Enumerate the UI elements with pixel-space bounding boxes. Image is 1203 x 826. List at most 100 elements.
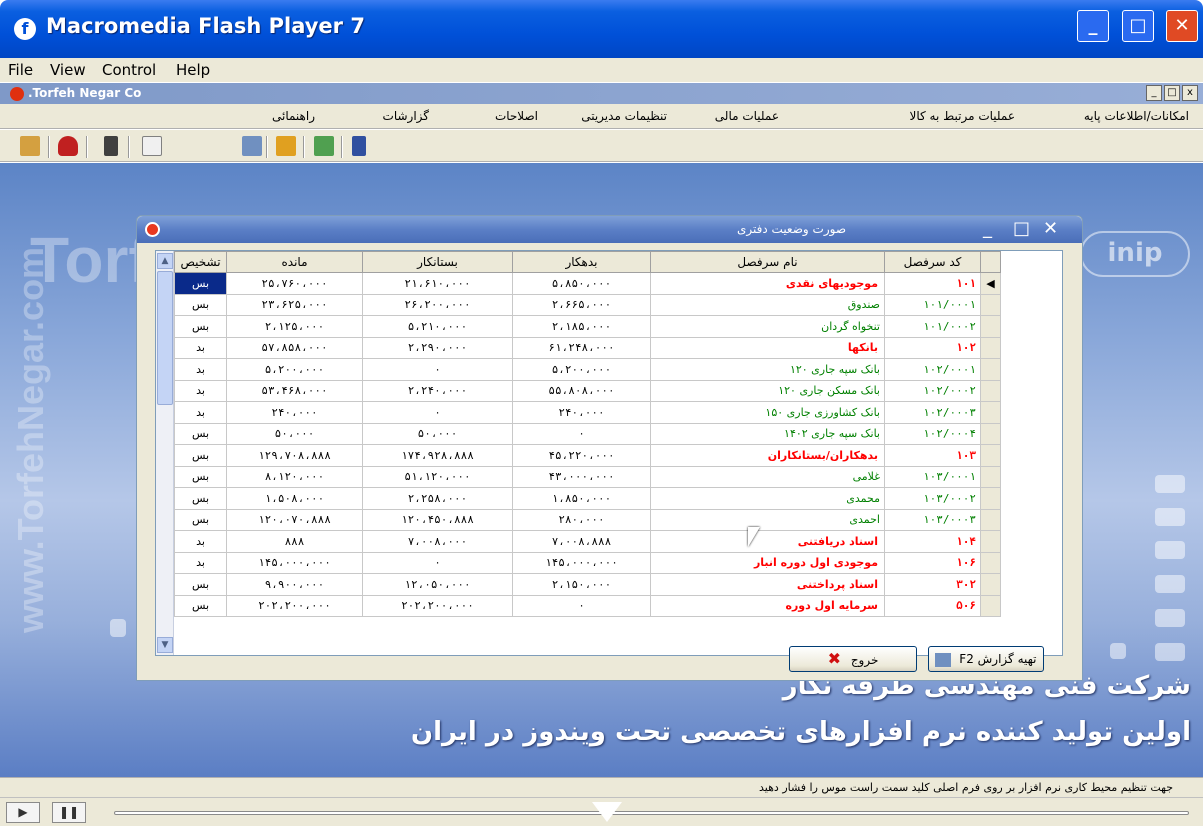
credit-cell[interactable]: ۰ — [362, 358, 513, 381]
table-row[interactable]: بس ۲۵،۷۶۰،۰۰۰ ۲۱،۶۱۰،۰۰۰ ۵،۸۵۰،۰۰۰ موجودیهای… — [174, 272, 1001, 295]
exit-icon[interactable] — [352, 136, 366, 156]
col-header-debit[interactable]: بدهکار — [512, 251, 651, 273]
col-header-balance[interactable]: مانده — [226, 251, 363, 273]
name-cell[interactable]: بانک سپه جاری ۱۲۰ — [650, 358, 885, 381]
name-cell[interactable]: صندوق — [650, 293, 885, 316]
play-icon[interactable]: ▶ — [6, 802, 40, 823]
table-row[interactable]: بد ۵۷،۸۵۸،۰۰۰ ۲،۲۹۰،۰۰۰ ۶۱،۲۴۸،۰۰۰ بانکها ۱۰۲ — [174, 336, 1001, 359]
col-header-diagnosis[interactable]: تشخیص — [174, 251, 227, 273]
code-cell[interactable]: ۱۰۳/۰۰۰۱ — [884, 465, 981, 488]
diagnosis-cell[interactable]: بد — [174, 530, 227, 553]
debit-cell[interactable]: ۲،۶۶۵،۰۰۰ — [512, 293, 651, 316]
code-cell[interactable]: ۳۰۲ — [884, 573, 981, 596]
minimize-button[interactable]: _ — [1077, 10, 1109, 42]
close-button[interactable]: ✕ — [1166, 10, 1198, 42]
col-header-credit[interactable]: بستانکار — [362, 251, 513, 273]
calculator-icon[interactable] — [104, 136, 118, 156]
phone-icon[interactable] — [58, 136, 78, 156]
name-cell[interactable]: اسناد پرداختنی — [650, 573, 885, 596]
row-indicator[interactable] — [980, 379, 1001, 402]
name-cell[interactable]: بانک مسکن جاری ۱۲۰ — [650, 379, 885, 402]
table-row[interactable]: بس ۲۳،۶۲۵،۰۰۰ ۲۶،۲۰۰،۰۰۰ ۲،۶۶۵،۰۰۰ صندوق ۱۰۱/… — [174, 293, 1001, 316]
debit-cell[interactable]: ۵،۸۵۰،۰۰۰ — [512, 272, 651, 295]
appmenu-corrections[interactable]: اصلاحات — [495, 109, 538, 123]
folder-icon[interactable] — [314, 136, 334, 156]
table-row[interactable]: بس ۲۰۲،۲۰۰،۰۰۰ ۲۰۲،۲۰۰،۰۰۰ ۰ سرمایه اول دوره… — [174, 594, 1001, 617]
diagnosis-cell[interactable]: بس — [174, 594, 227, 617]
code-cell[interactable]: ۱۰۲ — [884, 336, 981, 359]
pen-icon[interactable] — [276, 136, 296, 156]
debit-cell[interactable]: ۲،۱۵۰،۰۰۰ — [512, 573, 651, 596]
diagnosis-cell[interactable]: بس — [174, 573, 227, 596]
menu-help[interactable]: Help — [176, 61, 210, 79]
col-header-name[interactable]: نام سرفصل — [650, 251, 885, 273]
name-cell[interactable]: محمدی — [650, 487, 885, 510]
row-indicator[interactable] — [980, 594, 1001, 617]
progress-knob[interactable] — [592, 802, 622, 822]
balance-cell[interactable]: ۸۸۸ — [226, 530, 363, 553]
appmenu-help[interactable]: راهنمائی — [272, 109, 315, 123]
debit-cell[interactable]: ۲۴۰،۰۰۰ — [512, 401, 651, 424]
name-cell[interactable]: بانکها — [650, 336, 885, 359]
name-cell[interactable]: بانک کشاورزی جاری ۱۵۰ — [650, 401, 885, 424]
code-cell[interactable]: ۱۰۲/۰۰۰۳ — [884, 401, 981, 424]
debit-cell[interactable]: ۴۳،۰۰۰،۰۰۰ — [512, 465, 651, 488]
report-icon[interactable] — [242, 136, 262, 156]
credit-cell[interactable]: ۲،۲۴۰،۰۰۰ — [362, 379, 513, 402]
diagnosis-cell[interactable]: بس — [174, 465, 227, 488]
code-cell[interactable]: ۱۰۳/۰۰۰۳ — [884, 508, 981, 531]
dialog-close-button[interactable]: ✕ — [1043, 218, 1058, 239]
code-cell[interactable]: ۱۰۲/۰۰۰۲ — [884, 379, 981, 402]
inner-minimize-button[interactable]: _ — [1146, 85, 1162, 101]
inner-close-button[interactable]: x — [1182, 85, 1198, 101]
diagnosis-cell[interactable]: بس — [174, 487, 227, 510]
maximize-button[interactable]: □ — [1122, 10, 1154, 42]
table-row[interactable]: بد ۵۳،۴۶۸،۰۰۰ ۲،۲۴۰،۰۰۰ ۵۵،۸۰۸،۰۰۰ بانک مسکن… — [174, 379, 1001, 402]
row-indicator[interactable] — [980, 551, 1001, 574]
debit-cell[interactable]: ۵،۲۰۰،۰۰۰ — [512, 358, 651, 381]
name-cell[interactable]: بدهکاران/بستانکاران — [650, 444, 885, 467]
row-indicator[interactable] — [980, 336, 1001, 359]
credit-cell[interactable]: ۱۷۴،۹۲۸،۸۸۸ — [362, 444, 513, 467]
diagnosis-cell[interactable]: بس — [174, 508, 227, 531]
progress-track[interactable] — [114, 811, 1189, 815]
grid-scrollbar[interactable]: ▲ ▼ — [156, 251, 174, 655]
credit-cell[interactable]: ۵۱،۱۲۰،۰۰۰ — [362, 465, 513, 488]
diagnosis-cell[interactable]: بد — [174, 551, 227, 574]
row-indicator[interactable] — [980, 465, 1001, 488]
balance-cell[interactable]: ۱۲۹،۷۰۸،۸۸۸ — [226, 444, 363, 467]
balance-cell[interactable]: ۲۴۰،۰۰۰ — [226, 401, 363, 424]
inner-maximize-button[interactable]: □ — [1164, 85, 1180, 101]
table-row[interactable]: بس ۱،۵۰۸،۰۰۰ ۲،۲۵۸،۰۰۰ ۱،۸۵۰،۰۰۰ محمدی ۱۰۳/۰۰… — [174, 487, 1001, 510]
table-row[interactable]: بس ۱۲۰،۰۷۰،۸۸۸ ۱۲۰،۴۵۰،۸۸۸ ۲۸۰،۰۰۰ احمدی ۱۰۳/… — [174, 508, 1001, 531]
balance-cell[interactable]: ۲۵،۷۶۰،۰۰۰ — [226, 272, 363, 295]
credit-cell[interactable]: ۵،۲۱۰،۰۰۰ — [362, 315, 513, 338]
scroll-down-icon[interactable]: ▼ — [157, 637, 173, 653]
balance-cell[interactable]: ۱۲۰،۰۷۰،۸۸۸ — [226, 508, 363, 531]
credit-cell[interactable]: ۱۲۰،۴۵۰،۸۸۸ — [362, 508, 513, 531]
code-cell[interactable]: ۱۰۱ — [884, 272, 981, 295]
table-row[interactable]: بس ۱۲۹،۷۰۸،۸۸۸ ۱۷۴،۹۲۸،۸۸۸ ۴۵،۲۲۰،۰۰۰ بدهکار… — [174, 444, 1001, 467]
notepad-icon[interactable] — [142, 136, 162, 156]
name-cell[interactable]: بانک سپه جاری ۱۴۰۲ — [650, 422, 885, 445]
debit-cell[interactable]: ۲۸۰،۰۰۰ — [512, 508, 651, 531]
name-cell[interactable]: اسناد دریافتنی — [650, 530, 885, 553]
balance-cell[interactable]: ۹،۹۰۰،۰۰۰ — [226, 573, 363, 596]
diagnosis-cell[interactable]: بس — [174, 293, 227, 316]
code-cell[interactable]: ۱۰۶ — [884, 551, 981, 574]
table-row[interactable]: بس ۵۰،۰۰۰ ۵۰،۰۰۰ ۰ بانک سپه جاری ۱۴۰۲ ۱۰۲/۰۰۰… — [174, 422, 1001, 445]
dialog-maximize-button[interactable]: □ — [1013, 218, 1030, 239]
row-indicator[interactable]: ◀ — [980, 272, 1001, 295]
balance-cell[interactable]: ۸،۱۲۰،۰۰۰ — [226, 465, 363, 488]
table-row[interactable]: بس ۹،۹۰۰،۰۰۰ ۱۲،۰۵۰،۰۰۰ ۲،۱۵۰،۰۰۰ اسناد پردا… — [174, 573, 1001, 596]
row-indicator[interactable] — [980, 293, 1001, 316]
balance-cell[interactable]: ۱۴۵،۰۰۰،۰۰۰ — [226, 551, 363, 574]
code-cell[interactable]: ۱۰۱/۰۰۰۲ — [884, 315, 981, 338]
balance-cell[interactable]: ۵۰،۰۰۰ — [226, 422, 363, 445]
code-cell[interactable]: ۱۰۳/۰۰۰۲ — [884, 487, 981, 510]
name-cell[interactable]: غلامی — [650, 465, 885, 488]
credit-cell[interactable]: ۷،۰۰۸،۰۰۰ — [362, 530, 513, 553]
balance-cell[interactable]: ۲۳،۶۲۵،۰۰۰ — [226, 293, 363, 316]
credit-cell[interactable]: ۲۶،۲۰۰،۰۰۰ — [362, 293, 513, 316]
pause-icon[interactable]: ❚❚ — [52, 802, 86, 823]
